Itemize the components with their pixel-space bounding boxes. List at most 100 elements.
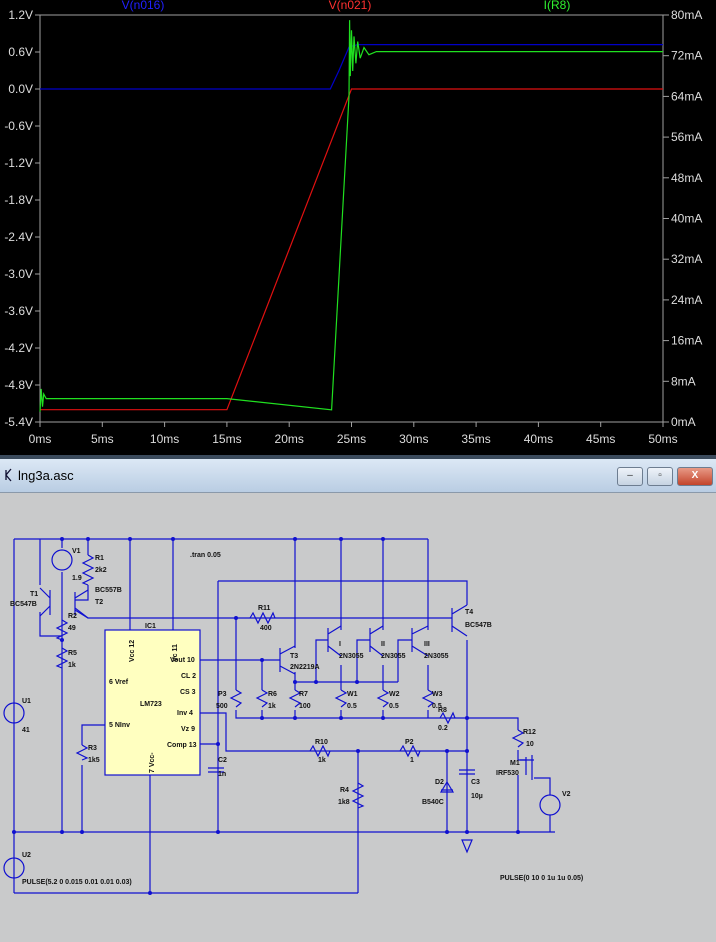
label-u2v: PULSE(5.2 0 0.015 0.01 0.01 0.03): [22, 879, 132, 886]
window-title: lng3a.asc: [18, 468, 74, 483]
label-r12v: 10: [526, 741, 534, 748]
label-r4: R4: [340, 787, 349, 794]
label-m1: M1: [510, 760, 520, 767]
label-vout: Vout 10: [170, 657, 195, 664]
x-tick-label: 20ms: [275, 432, 304, 446]
y-right-tick-label: 48mA: [671, 171, 702, 185]
label-r2v: 49: [68, 625, 76, 632]
window-titlebar[interactable]: lng3a.asc – ▫ X: [0, 459, 716, 493]
y-left-tick-label: -1.2V: [4, 156, 33, 170]
label-r10: R10: [315, 739, 328, 746]
y-right-tick-label: 0mA: [671, 415, 696, 429]
label-r2: R2: [68, 613, 77, 620]
label-qm2: 2N3055: [381, 653, 406, 660]
y-left-tick-label: -2.4V: [4, 230, 33, 244]
y-left-tick-label: -1.8V: [4, 193, 33, 207]
label-qii: II: [381, 641, 385, 648]
label-inv: Inv 4: [177, 710, 193, 717]
y-left-tick-label: -4.2V: [4, 341, 33, 355]
label-r6v: 1k: [268, 703, 276, 710]
label-t3m: 2N2219A: [290, 664, 320, 671]
x-tick-label: 10ms: [150, 432, 179, 446]
trace-label-vn016[interactable]: V(n016): [122, 0, 165, 12]
y-right-tick-label: 56mA: [671, 130, 702, 144]
label-vref: 6 Vref: [109, 679, 129, 686]
label-c2v: 1n: [218, 771, 226, 778]
label-v2: V2: [562, 791, 571, 798]
label-v1: V1: [72, 548, 81, 555]
ltspice-schematic-icon: [5, 468, 12, 482]
label-t1: T1: [30, 591, 38, 598]
label-vz: Vz 9: [181, 726, 195, 733]
label-r12: R12: [523, 729, 536, 736]
minimize-button[interactable]: –: [617, 467, 643, 486]
label-v2v: PULSE(0 10 0 1u 1u 0.05): [500, 875, 583, 882]
x-tick-label: 40ms: [524, 432, 553, 446]
label-w1: W1: [347, 691, 358, 698]
label-p2: P2: [405, 739, 414, 746]
plot-canvas[interactable]: V(n016) V(n021) I(R8) 0ms 5ms 10ms 15ms 20ms…: [0, 0, 716, 455]
trace-label-vn021[interactable]: V(n021): [329, 0, 372, 12]
trace-ir8[interactable]: [39, 20, 663, 412]
label-u1: U1: [22, 698, 31, 705]
label-t4m: BC547B: [465, 622, 492, 629]
label-w2v: 0.5: [389, 703, 399, 710]
label-ic1: IC1: [145, 623, 156, 630]
maximize-button[interactable]: ▫: [647, 467, 673, 486]
y-left-tick-label: -5.4V: [4, 415, 33, 429]
label-p3: P3: [218, 691, 227, 698]
label-r3v: 1k5: [88, 757, 100, 764]
schematic-canvas[interactable]: V1 1.9 R1 2k2 T1 BC547B T2 BC557B R2 49 R5 1k U1 41 U2…: [0, 493, 716, 942]
y-right-tick-label: 40mA: [671, 212, 702, 226]
y-left-tick-label: -3.6V: [4, 304, 33, 318]
x-tick-label: 0ms: [29, 432, 52, 446]
trace-label-ir8[interactable]: I(R8): [544, 0, 571, 12]
x-tick-label: 45ms: [586, 432, 615, 446]
y-right-tick-label: 8mA: [671, 374, 696, 388]
label-r11: R11: [258, 605, 271, 612]
x-tick-label: 15ms: [212, 432, 241, 446]
label-t1m: BC547B: [10, 601, 37, 608]
close-button[interactable]: X: [677, 467, 713, 486]
x-tick-label: 5ms: [91, 432, 114, 446]
label-r1: R1: [95, 555, 104, 562]
pin-vcc12: Vcc 12: [129, 640, 136, 662]
label-r8v: 0.2: [438, 725, 448, 732]
x-tick-label: 50ms: [648, 432, 677, 446]
label-r7v: 100: [299, 703, 311, 710]
label-qm1: 2N3055: [339, 653, 364, 660]
waveform-plot[interactable]: V(n016) V(n021) I(R8) 0ms 5ms 10ms 15ms 20ms…: [0, 0, 716, 455]
y-right-tick-label: 80mA: [671, 8, 702, 22]
label-d2m: B540C: [422, 799, 444, 806]
y-right-tick-label: 64mA: [671, 89, 702, 103]
label-comp: Comp 13: [167, 742, 197, 749]
label-t3: T3: [290, 653, 298, 660]
x-tick-label: 30ms: [399, 432, 428, 446]
y-right-tick-label: 32mA: [671, 252, 702, 266]
label-r5: R5: [68, 650, 77, 657]
label-c3: C3: [471, 779, 480, 786]
label-r7: R7: [299, 691, 308, 698]
label-u2: U2: [22, 852, 31, 859]
x-tick-label: 35ms: [461, 432, 490, 446]
trace-vn021[interactable]: [40, 88, 663, 411]
pin-vcc-minus: 7 Vcc-: [149, 752, 156, 773]
label-cs: CS 3: [180, 689, 196, 696]
label-t2: T2: [95, 599, 103, 606]
label-v1v: 1.9: [72, 575, 82, 582]
label-r11v: 400: [260, 625, 272, 632]
label-w3: W3: [432, 691, 443, 698]
label-t4: T4: [465, 609, 473, 616]
label-t2m: BC557B: [95, 587, 122, 594]
y-left-tick-label: 1.2V: [8, 8, 33, 22]
label-qm3: 2N3055: [424, 653, 449, 660]
label-ninv: 5 NInv: [109, 722, 130, 729]
label-qiii: III: [424, 641, 430, 648]
label-p2v: 1: [410, 757, 414, 764]
label-r3: R3: [88, 745, 97, 752]
label-c3v: 10µ: [471, 793, 483, 800]
y-left-tick-label: 0.6V: [8, 45, 33, 59]
label-cl: CL 2: [181, 673, 196, 680]
label-w2: W2: [389, 691, 400, 698]
label-c2: C2: [218, 757, 227, 764]
